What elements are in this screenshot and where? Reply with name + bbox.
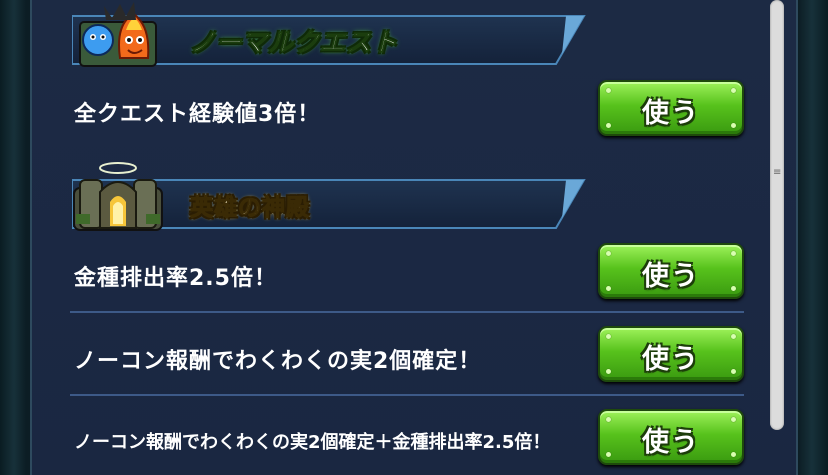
booster-description: 金種排出率2.5倍！ xyxy=(74,266,277,291)
use-button[interactable]: 使う xyxy=(598,409,744,465)
use-button[interactable]: 使う xyxy=(598,243,744,299)
row-divider xyxy=(70,394,744,396)
booster-list-panel xyxy=(30,0,798,475)
section-title: ノーマルクエスト xyxy=(189,28,399,58)
section-title: 英雄の神殿 xyxy=(190,195,310,222)
booster-description: ノーコン報酬でわくわくの実2個確定＋金種排出率2.5倍！ xyxy=(74,432,551,453)
use-button-label: 使う xyxy=(642,427,700,458)
use-button[interactable]: 使う xyxy=(598,326,744,382)
use-button-label: 使う xyxy=(642,261,700,292)
booster-description: 全クエスト経験値3倍！ xyxy=(74,102,321,127)
scrollbar-grip-icon[interactable]: ≡ xyxy=(773,168,781,186)
background-frame-right xyxy=(798,0,828,475)
temple-icon xyxy=(66,158,170,232)
use-button[interactable]: 使う xyxy=(598,80,744,136)
scrollbar[interactable]: ≡ xyxy=(770,0,784,430)
booster-description: ノーコン報酬でわくわくの実2個確定！ xyxy=(74,349,482,374)
use-button-label: 使う xyxy=(642,98,700,129)
use-button-label: 使う xyxy=(642,344,700,375)
quest-monsters-icon xyxy=(76,0,160,68)
row-divider xyxy=(70,311,744,313)
